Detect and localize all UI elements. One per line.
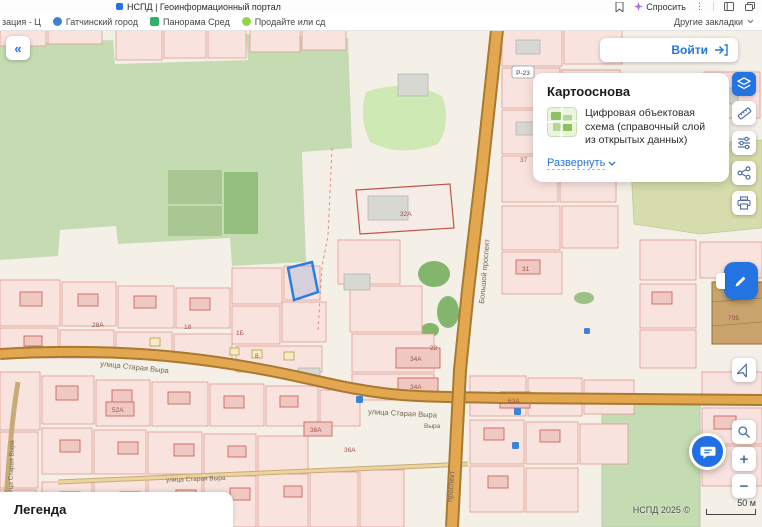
bookmark-item[interactable]: Гатчинский город (53, 17, 138, 27)
building-label: 63А (508, 398, 520, 405)
settings-button[interactable] (732, 131, 756, 155)
bookmark-favicon (53, 17, 62, 26)
divider (713, 2, 714, 11)
ask-button[interactable]: Спросить (634, 2, 686, 12)
sidebar-panel-icon[interactable] (723, 1, 735, 13)
bookmark-label: Панорама Сред (163, 17, 230, 27)
building-label: 1Б (236, 330, 244, 337)
login-button[interactable]: Войти (600, 38, 738, 62)
basemap-card-description: Цифровая объектовая схема (справочный сл… (585, 107, 715, 148)
bookmark-item[interactable]: зация - Ц (2, 17, 41, 27)
other-bookmarks-button[interactable]: Другие закладки (674, 17, 762, 27)
search-area-button[interactable] (732, 420, 756, 444)
layers-button[interactable] (732, 72, 756, 96)
street-label: Выра (424, 423, 441, 430)
login-label: Войти (671, 43, 708, 57)
bookmarks-bar: зация - Ц Гатчинский город Панорама Сред… (0, 13, 762, 31)
basemap-thumbnail-icon (547, 107, 577, 137)
tab-title: НСПД | Геоинформационный портал (127, 2, 281, 12)
bookmark-item[interactable]: Панорама Сред (150, 17, 230, 27)
building-label: 36А (344, 447, 356, 454)
chevron-down-icon (747, 19, 754, 24)
tabs-panel-icon[interactable] (744, 1, 756, 13)
minus-icon: − (740, 479, 749, 494)
back-chevrons-icon: « (14, 41, 21, 56)
building-label: 8 (255, 353, 259, 360)
building-label: 22 (430, 345, 438, 352)
legend-title: Легенда (14, 502, 66, 517)
scale-label: 50 м (706, 498, 756, 508)
login-arrow-icon (714, 44, 728, 56)
chevron-down-icon (608, 161, 616, 166)
building-label: 52А (112, 407, 124, 414)
expand-label: Развернуть (547, 157, 605, 170)
browser-tab[interactable]: НСПД | Геоинформационный портал (116, 2, 281, 12)
attribution: НСПД 2025 © (633, 505, 690, 515)
tab-favicon-icon (116, 3, 123, 10)
ask-label: Спросить (646, 2, 686, 12)
ruler-icon (737, 106, 752, 121)
bookmark-label: Гатчинский город (66, 17, 138, 27)
road-shield: Р-23 (512, 66, 534, 78)
magnifier-icon (737, 425, 751, 439)
zoom-in-button[interactable]: + (732, 447, 756, 471)
layers-icon (737, 77, 751, 91)
share-button[interactable] (732, 161, 756, 185)
printer-icon (737, 196, 751, 210)
building-label: 28А (92, 322, 104, 329)
browser-titlebar: НСПД | Геоинформационный портал Спросить… (0, 0, 762, 14)
building-label: 79Б (728, 315, 740, 322)
scale-control: 50 м (706, 498, 756, 515)
bookmark-flag-icon[interactable] (613, 1, 625, 13)
bookmark-item[interactable]: Продайте или сд (242, 17, 326, 27)
svg-text:Р-23: Р-23 (516, 70, 530, 77)
bookmark-label: Продайте или сд (255, 17, 326, 27)
app-window: НСПД | Геоинформационный портал Спросить… (0, 0, 762, 527)
basemap-card: Картооснова Цифровая объектовая схема (с… (533, 73, 729, 182)
building-label: 31 (522, 266, 530, 273)
legend-panel[interactable]: Легенда (0, 492, 233, 527)
building-label: 37 (520, 157, 528, 164)
basemap-card-title: Картооснова (547, 84, 715, 99)
navigation-arrow-icon (737, 363, 751, 377)
more-menu-icon[interactable]: ⋮ (695, 1, 704, 12)
print-button[interactable] (732, 191, 756, 215)
expand-link[interactable]: Развернуть (547, 157, 616, 170)
plus-icon: + (740, 452, 749, 467)
bookmark-favicon (150, 17, 159, 26)
sliders-icon (737, 136, 751, 150)
building-label: 34А (410, 384, 422, 391)
sparkle-icon (634, 2, 643, 11)
building-label: 18 (184, 324, 192, 331)
bookmark-favicon (242, 17, 251, 26)
zoom-out-button[interactable]: − (732, 474, 756, 498)
draw-tools-button[interactable] (724, 262, 758, 300)
collapse-tab[interactable] (716, 273, 725, 289)
collapse-panel-button[interactable]: « (6, 36, 30, 60)
other-bookmarks-label: Другие закладки (674, 17, 743, 27)
measure-button[interactable] (732, 101, 756, 125)
pen-icon (733, 273, 749, 289)
locate-button[interactable] (732, 358, 756, 382)
scale-bar (706, 509, 756, 515)
bookmark-label: зация - Ц (2, 17, 41, 27)
building-label: 38А (310, 427, 322, 434)
chat-assistant-button[interactable] (689, 433, 726, 470)
building-label: 32А (400, 211, 412, 218)
selected-parcel[interactable] (288, 262, 318, 300)
chat-bubble-icon (699, 443, 717, 461)
share-icon (737, 166, 751, 180)
building-label: 34А (410, 356, 422, 363)
